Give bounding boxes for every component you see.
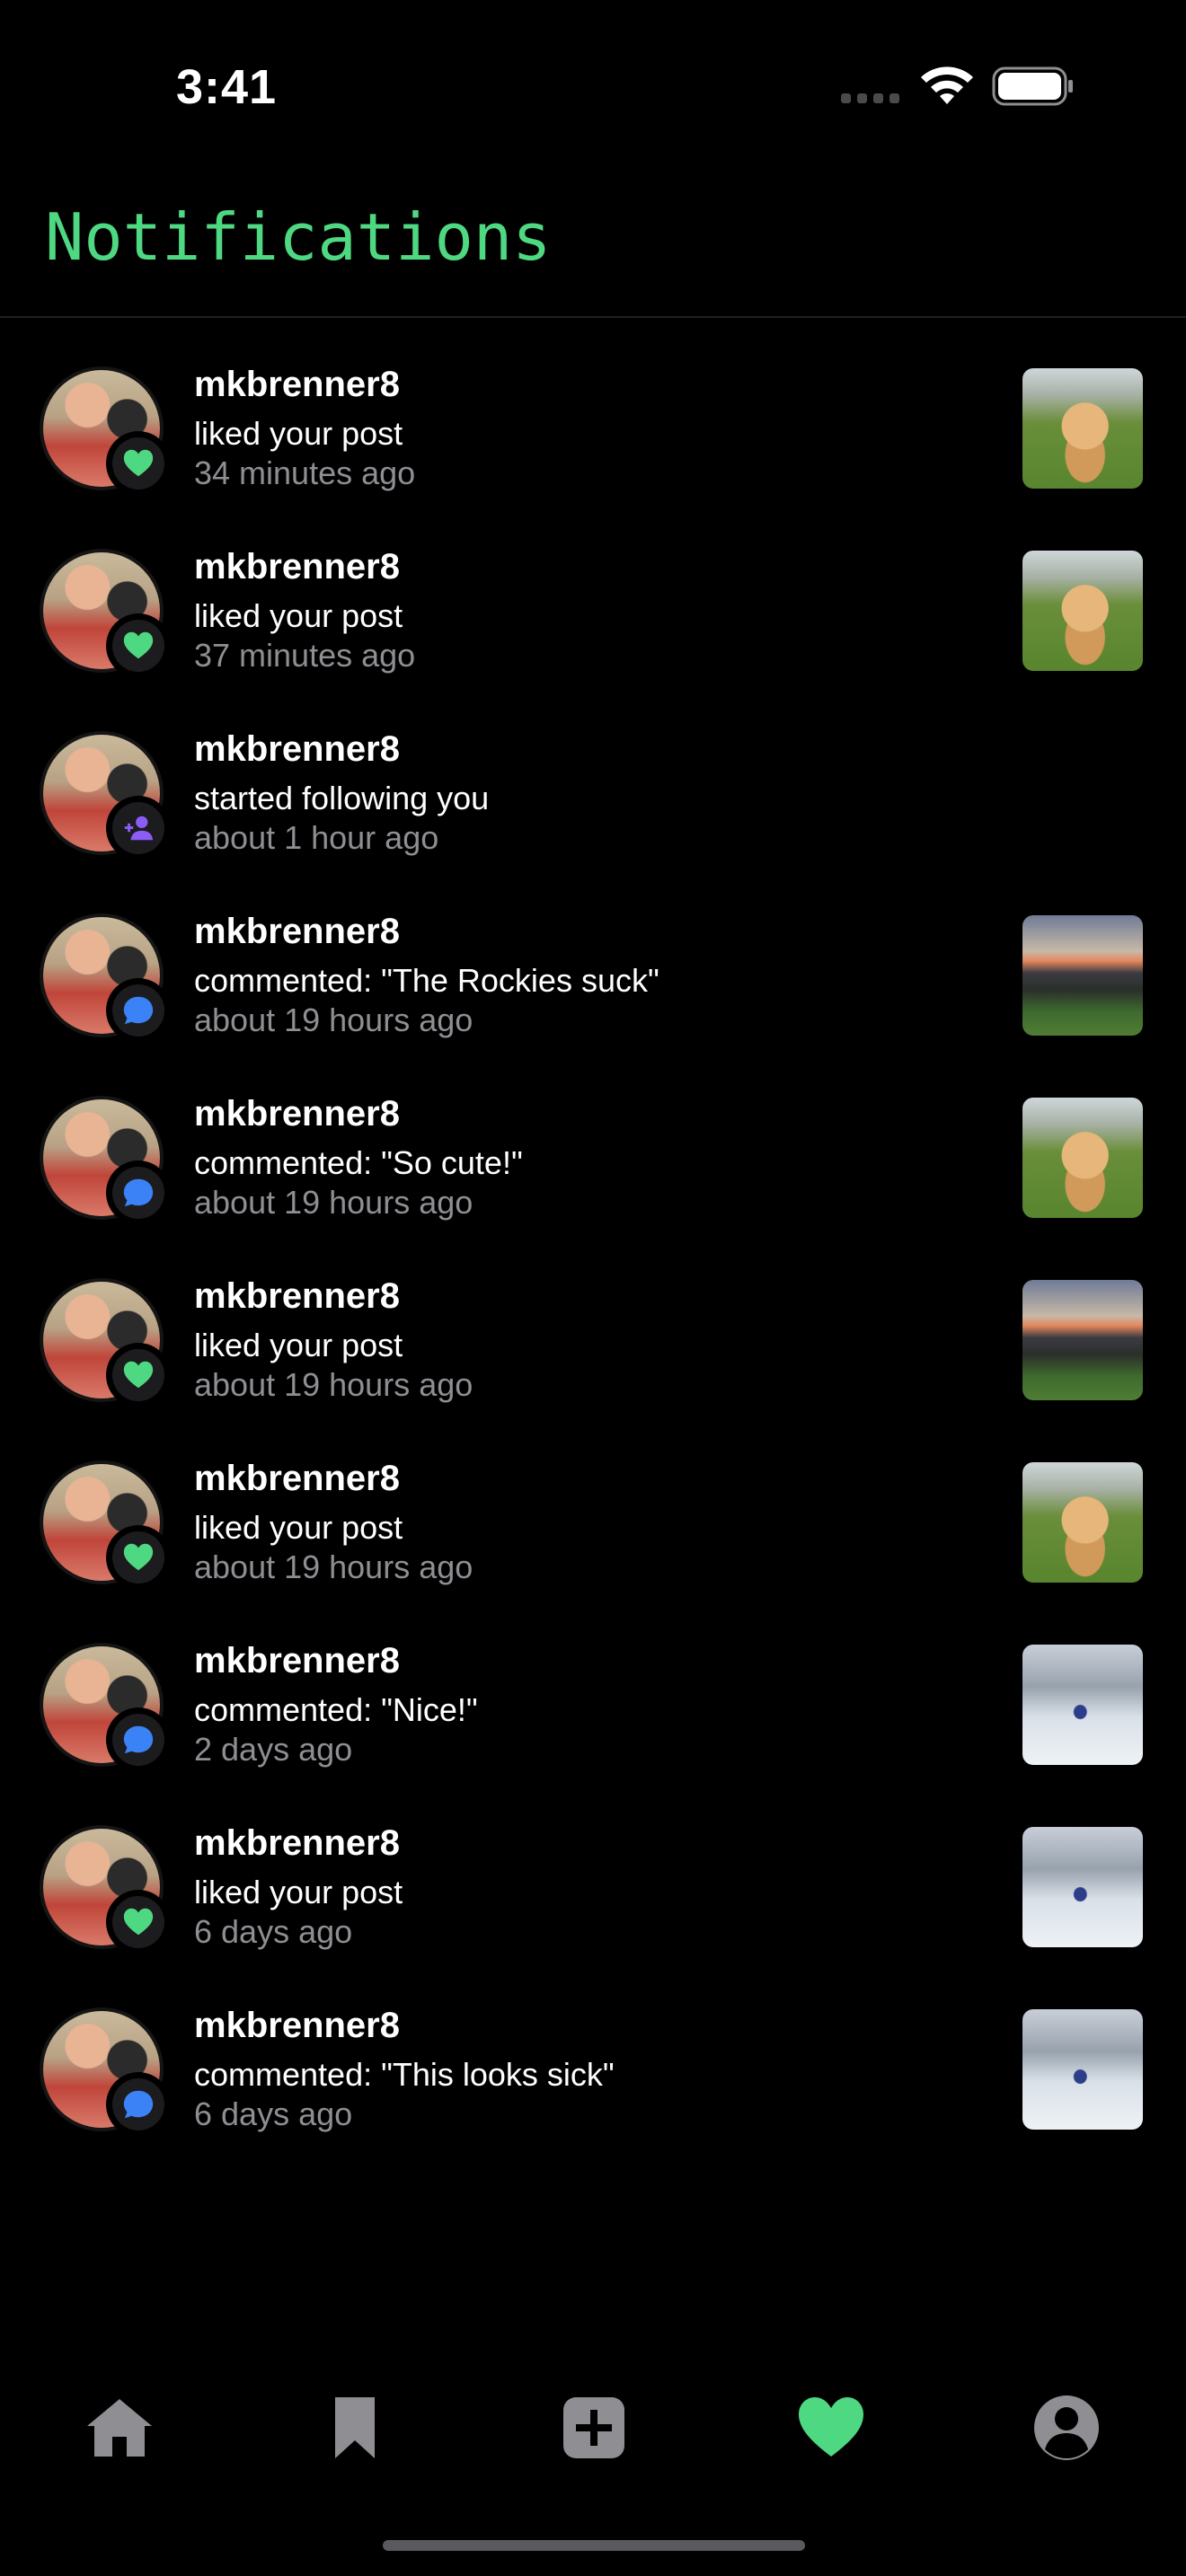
post-thumbnail[interactable] [1022,1098,1143,1218]
post-thumbnail[interactable] [1022,368,1143,489]
notification-row[interactable]: mkbrenner8 commented: "Nice!" 2 days ago [0,1601,1186,1784]
status-time: 3:41 [176,60,278,114]
username[interactable]: mkbrenner8 [194,912,400,952]
status-bar: 3:41 [0,0,1186,171]
page-title: Notifications [45,199,552,275]
heart-icon [123,1361,154,1389]
notification-row[interactable]: mkbrenner8 commented: "The Rockies suck" a… [0,872,1186,1054]
notification-time: 2 days ago [194,1731,353,1768]
like-badge [106,1343,171,1407]
notification-row[interactable]: mkbrenner8 liked your post 6 days ago [0,1784,1186,1966]
like-badge [106,431,171,496]
add-post-icon [563,2397,624,2458]
post-thumbnail[interactable] [1022,1827,1143,1947]
username[interactable]: mkbrenner8 [194,2006,400,2046]
notification-row[interactable]: mkbrenner8 commented: "So cute!" about 19 … [0,1054,1186,1237]
comment-bubble-icon [123,2090,154,2119]
username[interactable]: mkbrenner8 [194,729,400,770]
tab-bar [0,2360,1186,2504]
comment-badge [106,2072,171,2137]
notification-row[interactable]: mkbrenner8 liked your post about 19 hours … [0,1419,1186,1601]
username[interactable]: mkbrenner8 [194,1823,400,1864]
notification-time: about 19 hours ago [194,1184,474,1221]
post-thumbnail[interactable] [1022,1280,1143,1400]
post-thumbnail[interactable] [1022,2009,1143,2130]
username[interactable]: mkbrenner8 [194,1459,400,1499]
post-thumbnail[interactable] [1022,551,1143,671]
heart-icon [799,2397,863,2457]
notification-row[interactable]: mkbrenner8 started following you about 1 h… [0,690,1186,872]
tab-profile[interactable] [1026,2387,1107,2468]
notification-action: commented: "So cute!" [194,1144,523,1181]
heart-icon [123,1908,154,1936]
like-badge [106,1890,171,1954]
notification-action: started following you [194,780,490,816]
notification-action: liked your post [194,415,403,452]
tab-bookmarks[interactable] [314,2387,395,2468]
notification-action: commented: "This looks sick" [194,2056,615,2093]
post-thumbnail[interactable] [1022,915,1143,1036]
tab-notifications[interactable] [791,2387,872,2468]
heart-icon [123,449,154,477]
notification-time: about 19 hours ago [194,1366,474,1403]
like-badge [106,1525,171,1590]
battery-icon [992,66,1073,106]
username[interactable]: mkbrenner8 [194,1094,400,1134]
notification-action: commented: "The Rockies suck" [194,962,659,999]
profile-icon [1034,2395,1099,2460]
heart-icon [123,631,154,659]
header-divider [0,316,1186,318]
heart-icon [123,1543,154,1571]
comment-bubble-icon [123,1178,154,1207]
notification-action: liked your post [194,1874,403,1910]
post-thumbnail[interactable] [1022,1462,1143,1583]
comment-badge [106,978,171,1043]
home-indicator [383,2540,805,2551]
notification-time: 37 minutes ago [194,637,416,674]
comment-bubble-icon [123,1725,154,1754]
notification-time: about 19 hours ago [194,1548,474,1585]
notification-time: about 19 hours ago [194,1001,474,1038]
notification-time: about 1 hour ago [194,819,439,856]
notification-row[interactable]: mkbrenner8 commented: "This looks sick" 6 … [0,1966,1186,2148]
post-thumbnail[interactable] [1022,1645,1143,1765]
username[interactable]: mkbrenner8 [194,1641,400,1681]
home-icon [87,2399,152,2457]
notification-row[interactable]: mkbrenner8 liked your post about 19 hours … [0,1237,1186,1419]
add-follower-icon [124,816,154,841]
tab-add-post[interactable] [553,2387,634,2468]
comment-badge [106,1160,171,1225]
notification-time: 6 days ago [194,2095,353,2132]
tab-home[interactable] [79,2387,160,2468]
username[interactable]: mkbrenner8 [194,1276,400,1317]
bookmark-icon [335,2397,375,2458]
username[interactable]: mkbrenner8 [194,365,400,405]
notification-time: 34 minutes ago [194,454,416,491]
comment-badge [106,1707,171,1772]
like-badge [106,613,171,678]
comment-bubble-icon [123,996,154,1025]
notification-row[interactable]: mkbrenner8 liked your post 34 minutes ago [0,325,1186,507]
wifi-icon [921,66,973,104]
notification-action: liked your post [194,1509,403,1546]
notification-action: liked your post [194,597,403,634]
notification-action: liked your post [194,1327,403,1363]
notification-time: 6 days ago [194,1913,353,1950]
notification-row[interactable]: mkbrenner8 liked your post 37 minutes ago [0,507,1186,690]
follow-badge [106,796,171,860]
username[interactable]: mkbrenner8 [194,547,400,587]
notification-action: commented: "Nice!" [194,1691,478,1728]
cellular-signal-icon [841,93,899,103]
